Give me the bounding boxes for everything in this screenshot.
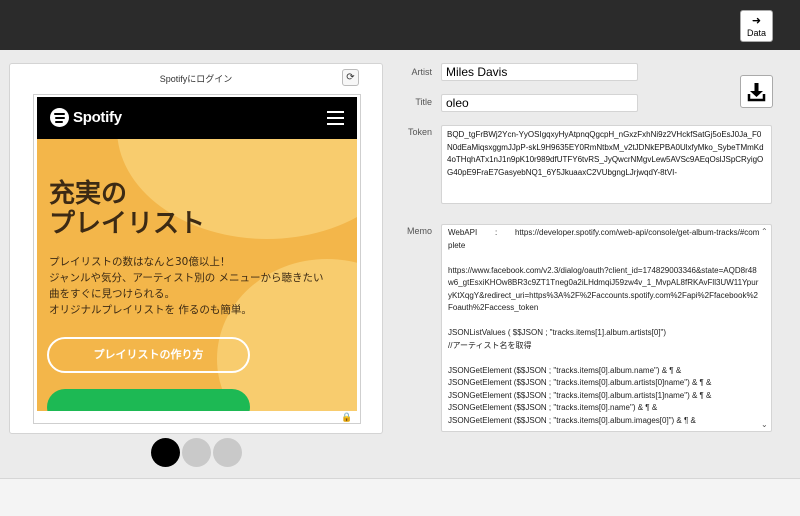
spotify-logo-icon [50, 108, 69, 127]
pager-dot-3[interactable] [213, 438, 242, 467]
token-field[interactable]: BQD_tgFrBWj2Ycn-YyOSIgqxyHyAtpnqQgcpH_nG… [441, 125, 772, 204]
top-toolbar: ➜ Data [0, 0, 800, 50]
bottom-bar [0, 478, 800, 516]
spotify-logo[interactable]: Spotify [50, 108, 122, 127]
lock-icon: 🔒 [341, 413, 353, 423]
memo-field[interactable]: WebAPI : https://developer.spotify.com/w… [441, 224, 772, 432]
hero-headline: 充実の プレイリスト [49, 179, 206, 239]
web-viewer-title: Spotifyにログイン [159, 74, 233, 84]
artist-field[interactable]: Miles Davis [441, 63, 638, 81]
spotify-brand: Spotify [73, 109, 122, 126]
download-icon [747, 83, 766, 102]
title-label: Title [415, 97, 432, 107]
title-field[interactable]: oleo [441, 94, 638, 112]
memo-label: Memo [406, 226, 432, 236]
memo-text[interactable]: WebAPI : https://developer.spotify.com/w… [448, 227, 760, 427]
playlist-howto-button[interactable]: プレイリストの作り方 [47, 337, 250, 373]
scroll-up-icon[interactable]: ⌃ [761, 227, 768, 236]
scroll-down-icon[interactable]: ⌄ [761, 420, 768, 429]
artist-label: Artist [411, 67, 432, 77]
login-green-button[interactable] [47, 389, 250, 411]
reload-icon: ⟳ [346, 72, 355, 83]
data-button[interactable]: ➜ Data [740, 10, 773, 42]
reload-button[interactable]: ⟳ [342, 69, 359, 86]
hamburger-menu-icon[interactable] [327, 111, 344, 129]
download-button[interactable] [740, 75, 773, 108]
pager-dot-1[interactable] [151, 438, 180, 467]
data-button-label: Data [746, 27, 766, 38]
spotify-hero: 充実の プレイリスト プレイリストの数はなんと30億以上！ ジャンルや気分、アー… [37, 139, 357, 411]
spotify-header: Spotify [37, 97, 357, 139]
token-label: Token [407, 127, 432, 137]
hero-description: プレイリストの数はなんと30億以上！ ジャンルや気分、アーティスト別の メニュー… [49, 256, 324, 316]
pager-dot-2[interactable] [182, 438, 211, 467]
arrow-right-icon: ➜ [751, 13, 762, 27]
web-viewer[interactable]: Spotify 充実の プレイリスト プレイリストの数はなんと30億以上！ ジャ… [33, 94, 361, 424]
web-viewer-panel: Spotifyにログイン ⟳ Spotify 充実の プレイリスト プレイリスト… [9, 63, 383, 434]
